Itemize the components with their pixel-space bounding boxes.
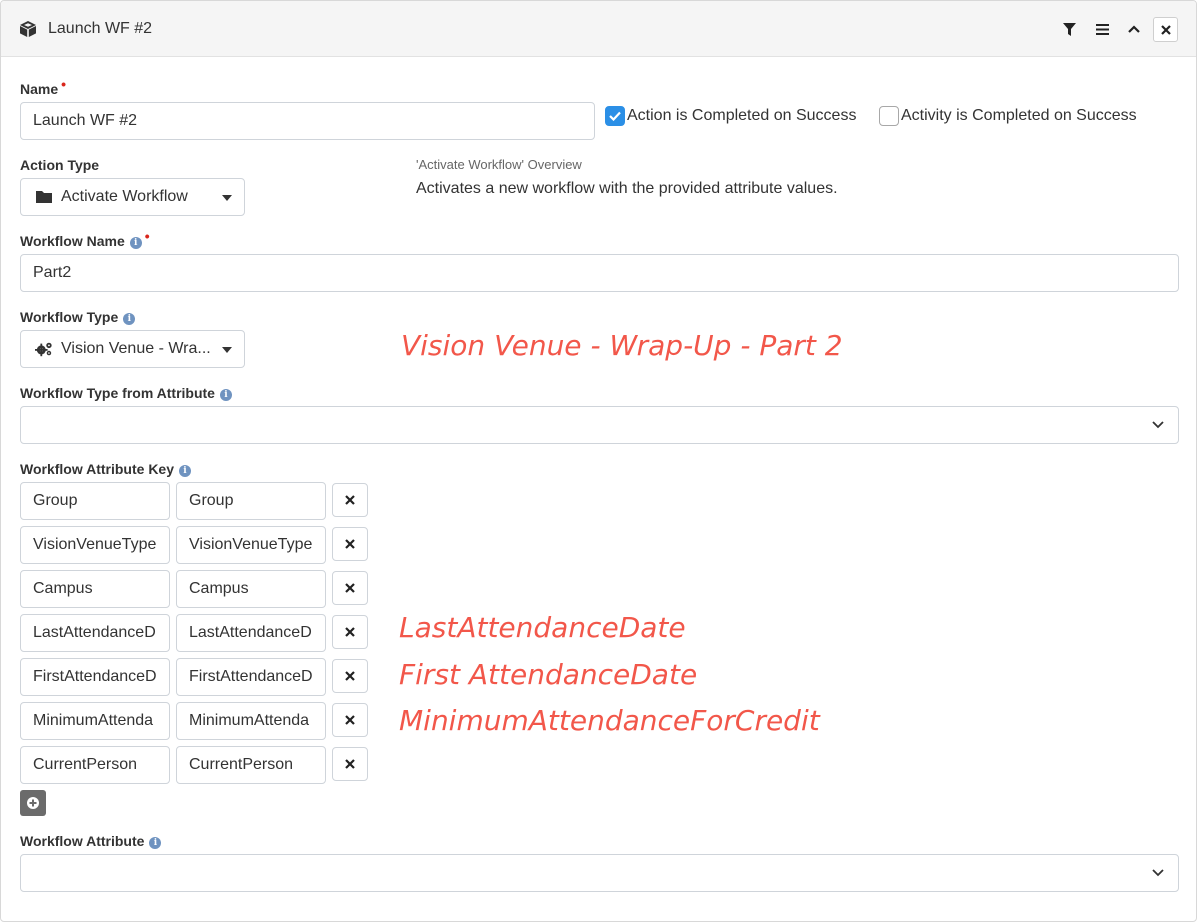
close-icon (345, 759, 355, 769)
workflow-attribute-label: Workflow Attribute i (20, 833, 162, 849)
close-icon (345, 495, 355, 505)
workflow-attribute-select[interactable] (20, 854, 1179, 892)
remove-row-button[interactable] (332, 747, 368, 781)
action-type-label: Action Type (20, 157, 100, 173)
attribute-key-input[interactable]: Campus (20, 570, 170, 608)
workflow-type-label: Workflow Type i (20, 309, 136, 325)
menu-button[interactable] (1090, 17, 1114, 41)
remove-row-button[interactable] (332, 659, 368, 693)
action-type-value: Activate Workflow (61, 188, 188, 205)
annotation-workflow-type: Vision Venue - Wrap-Up - Part 2 (401, 329, 843, 362)
filter-button[interactable] (1057, 17, 1081, 41)
attribute-value-input[interactable]: VisionVenueType (176, 526, 326, 564)
checkbox-checked[interactable] (605, 106, 625, 126)
info-icon[interactable]: i (129, 237, 142, 249)
cogs-icon (35, 342, 52, 357)
attribute-key-input[interactable]: CurrentPerson (20, 746, 170, 784)
plus-circle-icon (27, 797, 39, 809)
attribute-key-input[interactable]: VisionVenueType (20, 526, 170, 564)
collapse-button[interactable] (1122, 17, 1146, 41)
workflow-type-value: Vision Venue - Wra... (61, 340, 211, 357)
annotation-minimum-attendance: MinimumAttendanceForCredit (399, 704, 820, 737)
annotation-first-attendance: First AttendanceDate (399, 658, 698, 691)
info-icon[interactable]: i (219, 389, 232, 401)
close-icon (345, 627, 355, 637)
checkmark-icon (609, 111, 621, 121)
action-completed-label: Action is Completed on Success (627, 107, 857, 124)
remove-row-button[interactable] (332, 615, 368, 649)
add-row-button[interactable] (20, 790, 46, 816)
caret-down-icon (222, 195, 232, 201)
remove-row-button[interactable] (332, 571, 368, 605)
workflow-name-input[interactable]: Part2 (20, 254, 1179, 292)
attribute-value-input[interactable]: LastAttendanceD (176, 614, 326, 652)
workflow-attribute-key-label: Workflow Attribute Key i (20, 461, 192, 477)
annotation-last-attendance: LastAttendanceDate (399, 611, 686, 644)
workflow-name-label: Workflow Name i • (20, 228, 150, 249)
checkbox-unchecked[interactable] (879, 106, 899, 126)
name-input[interactable]: Launch WF #2 (20, 102, 595, 140)
attribute-value-input[interactable]: FirstAttendanceD (176, 658, 326, 696)
attribute-value-input[interactable]: MinimumAttenda (176, 702, 326, 740)
cube-icon (20, 21, 36, 37)
overview-title: 'Activate Workflow' Overview (416, 157, 582, 172)
attribute-value-input[interactable]: Group (176, 482, 326, 520)
close-icon (345, 671, 355, 681)
info-icon[interactable]: i (149, 837, 162, 849)
activity-completed-label: Activity is Completed on Success (901, 107, 1137, 124)
name-label: Name • (20, 76, 67, 97)
panel-title: Launch WF #2 (48, 20, 153, 37)
info-icon[interactable]: i (123, 313, 136, 325)
overview-description: Activates a new workflow with the provid… (416, 180, 838, 197)
required-indicator: • (61, 76, 67, 92)
action-completed-checkbox[interactable]: Action is Completed on Success (605, 106, 856, 126)
workflow-type-picker[interactable]: Vision Venue - Wra... (20, 330, 245, 368)
close-icon (1160, 24, 1171, 35)
chevron-down-icon (1152, 421, 1164, 429)
attribute-key-input[interactable]: Group (20, 482, 170, 520)
activity-completed-checkbox[interactable]: Activity is Completed on Success (879, 106, 1137, 126)
close-icon (345, 539, 355, 549)
close-button[interactable] (1153, 17, 1178, 42)
close-icon (345, 583, 355, 593)
remove-row-button[interactable] (332, 483, 368, 517)
chevron-down-icon (1152, 869, 1164, 877)
attribute-value-input[interactable]: CurrentPerson (176, 746, 326, 784)
action-type-picker[interactable]: Activate Workflow (20, 178, 245, 216)
remove-row-button[interactable] (332, 703, 368, 737)
attribute-value-input[interactable]: Campus (176, 570, 326, 608)
attribute-key-input[interactable]: FirstAttendanceD (20, 658, 170, 696)
menu-icon (1095, 23, 1109, 35)
required-indicator: • (144, 228, 150, 244)
close-icon (345, 715, 355, 725)
workflow-type-from-attribute-label: Workflow Type from Attribute i (20, 385, 232, 401)
attribute-key-input[interactable]: MinimumAttenda (20, 702, 170, 740)
attribute-key-input[interactable]: LastAttendanceD (20, 614, 170, 652)
filter-icon (1062, 22, 1076, 36)
workflow-type-from-attribute-select[interactable] (20, 406, 1179, 444)
caret-down-icon (222, 347, 232, 353)
panel-header: Launch WF #2 (1, 1, 1196, 57)
folder-icon (36, 191, 52, 203)
chevron-up-icon (1128, 25, 1140, 33)
info-icon[interactable]: i (179, 465, 192, 477)
remove-row-button[interactable] (332, 527, 368, 561)
workflow-action-panel: Launch WF #2 Name • Launch WF #2 Action … (0, 0, 1197, 922)
